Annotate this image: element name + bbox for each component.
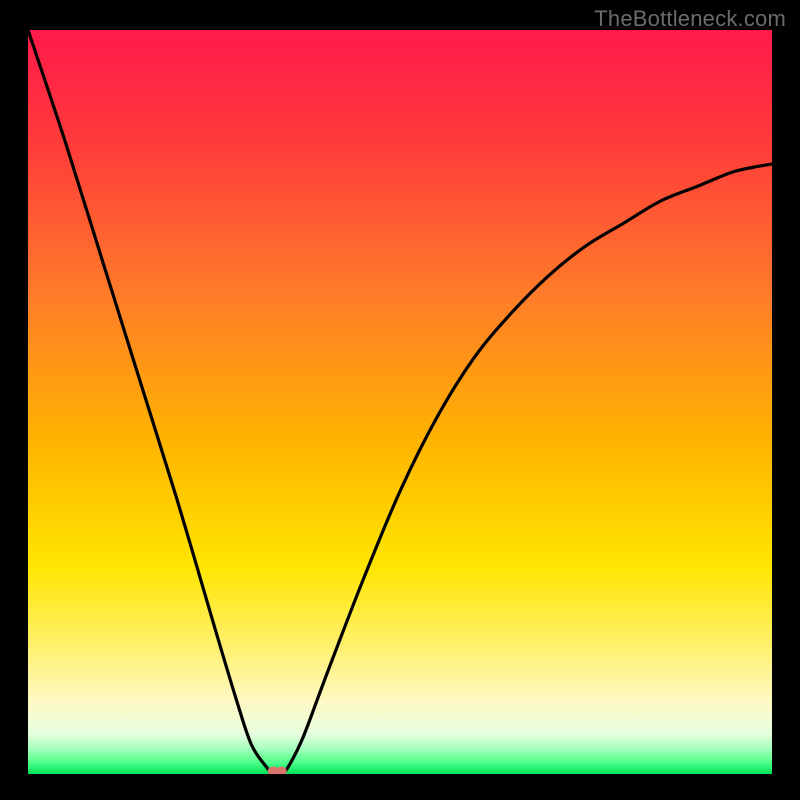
chart-frame: TheBottleneck.com <box>0 0 800 800</box>
watermark-label: TheBottleneck.com <box>594 6 786 32</box>
chart-svg <box>28 30 772 774</box>
chart-plot-area <box>28 30 772 774</box>
chart-background <box>28 30 772 774</box>
